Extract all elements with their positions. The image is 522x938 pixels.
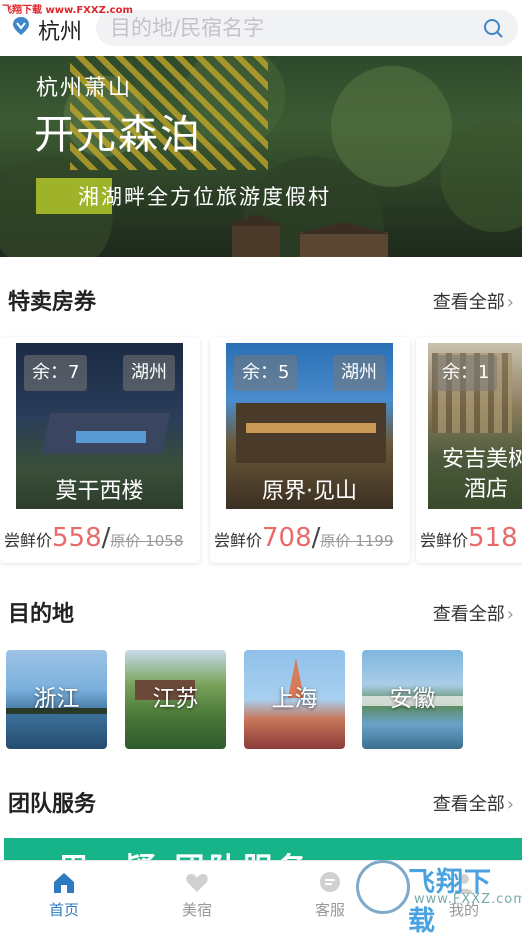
banner-subtitle: 杭州萧山 [36,76,133,101]
banner-tagline: 湘湖畔全方位旅游度假村 [78,185,331,209]
region-badge: 湖州 [333,355,385,391]
chevron-right-icon: › [506,604,514,625]
price-value: 558 [52,523,102,553]
banner-house-image [296,222,392,257]
remaining-badge: 余：7 [24,355,88,391]
tab-stays[interactable]: 美宿 [157,861,237,922]
heart-icon [186,874,208,892]
deal-card[interactable]: 余：5 湖州 原界·见山 尝鲜价708/原价 1199 [210,337,410,563]
deal-card-image: 余：7 湖州 莫干西楼 [16,343,183,509]
team-view-all-link[interactable]: 查看全部 › [433,790,514,816]
price-label: 尝鲜价 [420,531,469,550]
view-all-label: 查看全部 [432,292,505,313]
tab-label: 美宿 [181,901,212,919]
tab-home[interactable]: 首页 [24,861,104,922]
location-pin-icon[interactable] [12,16,30,36]
region-badge: 湖州 [123,355,175,391]
tab-label: 首页 [48,901,79,919]
destination-card[interactable]: 江苏 [125,650,226,749]
deal-card[interactable]: 余：7 湖州 莫干西楼 尝鲜价558/原价 1058 [0,337,200,563]
destinations-section-title: 目的地 [8,602,75,627]
price-value: 518 [468,523,518,553]
deal-card-image: 余：1 安吉美树酒店 [428,343,522,509]
destination-name: 浙江 [33,686,80,712]
view-all-label: 查看全部 [432,604,505,625]
destinations-view-all-link[interactable]: 查看全部 › [433,600,514,626]
watermark-text: 飞翔下载 www.FXXZ.com [2,5,133,16]
chat-icon [320,872,340,892]
price-label: 尝鲜价 [4,531,53,550]
deal-card[interactable]: 余：1 安吉美树酒店 尝鲜价518 [416,337,522,563]
banner-title: 开元森泊 [34,112,202,158]
city-selector[interactable]: 杭州 [38,14,82,46]
deals-view-all-link[interactable]: 查看全部 › [433,288,514,314]
price-row: 尝鲜价518 [420,523,518,553]
price-row: 尝鲜价558/原价 1058 [4,523,183,553]
destination-card[interactable]: 安徽 [362,650,463,749]
remaining-badge: 余：5 [234,355,298,391]
watermark-logo-icon [356,860,410,914]
search-input[interactable] [110,10,450,46]
price-row: 尝鲜价708/原价 1199 [214,523,393,553]
destination-name: 安徽 [389,686,436,712]
team-section-title: 团队服务 [8,792,97,817]
view-all-label: 查看全部 [432,794,505,815]
hero-banner[interactable]: 杭州萧山 开元森泊 湘湖畔全方位旅游度假村 [0,56,522,257]
price-label: 尝鲜价 [214,531,263,550]
home-icon [54,873,74,893]
search-icon[interactable] [482,17,504,39]
destination-name: 江苏 [152,686,199,712]
chevron-right-icon: › [506,794,514,815]
original-price: 原价 1199 [320,532,394,550]
deals-section-title: 特卖房券 [8,290,97,315]
remaining-badge: 余：1 [434,355,498,391]
search-bar[interactable] [96,10,518,46]
banner-house-image [226,214,286,257]
watermark-logo-url: www.FXXZ.com [414,892,522,907]
price-value: 708 [262,523,312,553]
deal-name: 莫干西楼 [55,479,144,504]
chevron-right-icon: › [506,292,514,313]
deal-name: 原界·见山 [262,479,357,504]
destination-card[interactable]: 浙江 [6,650,107,749]
destination-card[interactable]: 上海 [244,650,345,749]
original-price: 原价 1058 [110,532,184,550]
deal-card-image: 余：5 湖州 原界·见山 [226,343,393,509]
destination-name: 上海 [271,686,318,712]
deal-name: 安吉美树酒店 [441,447,522,502]
watermark-logo: 飞翔下载 www.FXXZ.com [356,858,522,937]
